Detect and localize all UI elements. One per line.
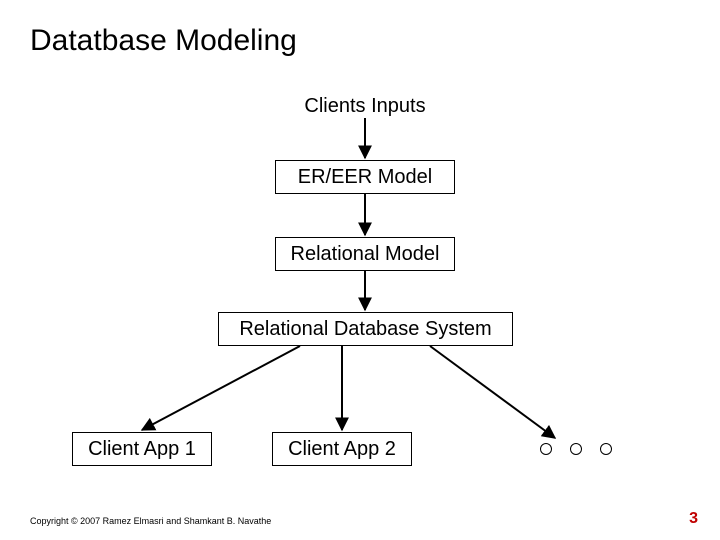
client-app-1-box: Client App 1: [72, 432, 212, 466]
copyright-footer: Copyright © 2007 Ramez Elmasri and Shamk…: [30, 516, 271, 526]
ellipsis-dot: [540, 443, 552, 455]
page-number: 3: [689, 510, 698, 528]
slide-title: Datatbase Modeling: [30, 24, 297, 58]
ellipsis-dot: [600, 443, 612, 455]
clients-inputs-label: Clients Inputs: [290, 95, 440, 118]
client-app-2-box: Client App 2: [272, 432, 412, 466]
ellipsis-dot: [570, 443, 582, 455]
er-eer-box: ER/EER Model: [275, 160, 455, 194]
relational-db-system-box: Relational Database System: [218, 312, 513, 346]
relational-model-box: Relational Model: [275, 237, 455, 271]
